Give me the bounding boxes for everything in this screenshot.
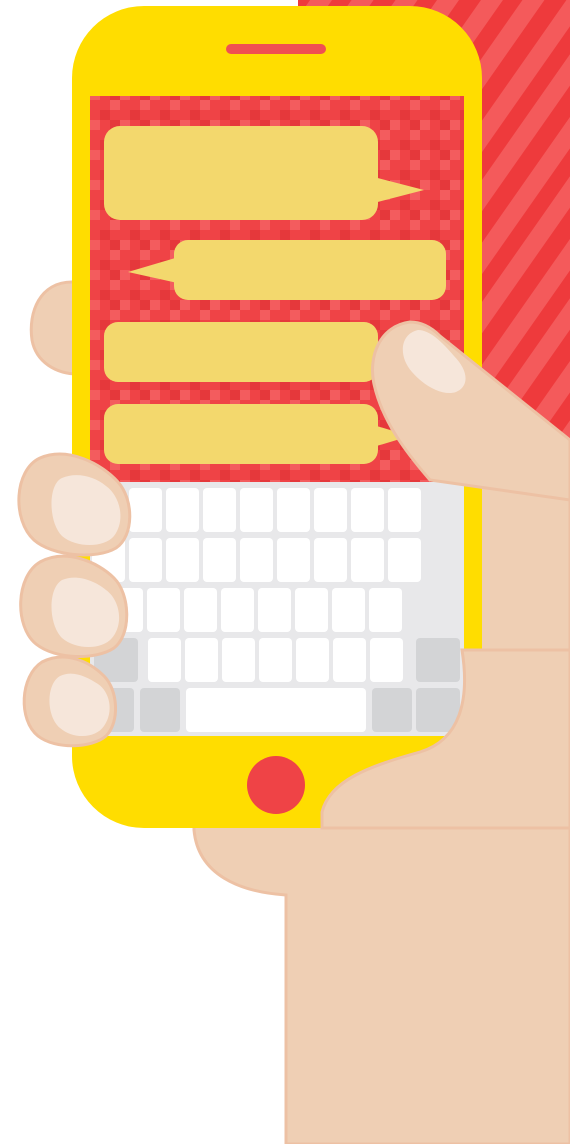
keyboard-function-key[interactable] [140, 688, 180, 732]
keyboard-key[interactable] [258, 588, 291, 632]
keyboard-key[interactable] [296, 638, 329, 682]
keyboard-key[interactable] [277, 538, 310, 582]
illustration-stage [0, 0, 570, 1144]
keyboard-key[interactable] [203, 538, 236, 582]
keyboard-key[interactable] [369, 588, 402, 632]
keyboard-key[interactable] [129, 538, 162, 582]
keyboard-key[interactable] [351, 538, 384, 582]
keyboard-key[interactable] [129, 488, 162, 532]
keyboard-key[interactable] [259, 638, 292, 682]
keyboard-key[interactable] [203, 488, 236, 532]
keyboard-key[interactable] [332, 588, 365, 632]
keyboard-function-key[interactable] [416, 638, 460, 682]
speaker-grille-icon [226, 44, 326, 54]
keyboard-key[interactable] [314, 538, 347, 582]
keyboard-key[interactable] [240, 538, 273, 582]
keyboard-key[interactable] [277, 488, 310, 532]
keyboard-key[interactable] [295, 588, 328, 632]
keyboard-key[interactable] [333, 638, 366, 682]
keyboard-key[interactable] [221, 588, 254, 632]
keyboard-key[interactable] [147, 588, 180, 632]
keyboard-key[interactable] [166, 538, 199, 582]
chat-bubble-incoming [128, 240, 446, 300]
keyboard-key[interactable] [186, 688, 366, 732]
keyboard-key[interactable] [370, 638, 403, 682]
keyboard-key[interactable] [185, 638, 218, 682]
chat-bubble-outgoing [104, 126, 424, 220]
home-button-icon[interactable] [247, 756, 305, 814]
keyboard-key[interactable] [240, 488, 273, 532]
chat-bubble-outgoing [104, 322, 410, 382]
keyboard-key[interactable] [148, 638, 181, 682]
keyboard-key[interactable] [388, 488, 421, 532]
keyboard-key[interactable] [184, 588, 217, 632]
keyboard-key[interactable] [351, 488, 384, 532]
keyboard-key[interactable] [388, 538, 421, 582]
keyboard-key[interactable] [314, 488, 347, 532]
chat-bubble-outgoing [104, 404, 410, 464]
keyboard-key[interactable] [222, 638, 255, 682]
keyboard-key[interactable] [166, 488, 199, 532]
phone-in-hand-illustration [17, 0, 570, 1144]
keyboard-function-key[interactable] [372, 688, 412, 732]
